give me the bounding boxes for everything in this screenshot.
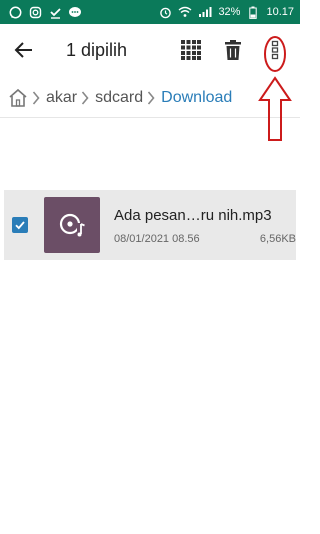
home-icon [9,88,27,107]
file-checkbox[interactable] [12,217,28,233]
page-title: 1 dipilih [66,39,128,60]
file-date: 08/01/2021 08.56 [114,233,200,245]
breadcrumb: akar sdcard Download [0,78,300,118]
check-download-icon [48,5,62,19]
alarm-icon [158,5,172,19]
delete-button[interactable] [216,33,250,67]
signal-icon [198,5,212,19]
app-bar-actions [174,24,292,76]
file-size: 6,56KB [259,233,296,245]
app-bar: 1 dipilih [0,24,300,76]
music-disc-icon [59,213,85,238]
trash-icon [225,40,241,60]
whatsapp-icon [8,5,22,19]
more-options-button[interactable] [258,33,292,67]
select-all-grid-icon [181,40,201,60]
chevron-right-icon [147,90,157,105]
chevron-right-icon [32,90,42,105]
clock: 10.17 [266,6,294,18]
breadcrumb-item-sdcard[interactable]: sdcard [95,89,143,107]
file-info: Ada pesan…ru nih.mp3 08/01/2021 08.56 6,… [114,197,296,253]
battery-icon [246,5,260,19]
chevron-right-icon [81,90,91,105]
breadcrumb-item-download[interactable]: Download [161,89,232,107]
wifi-icon [178,5,192,19]
more-vertical-icon [271,40,279,60]
select-all-button[interactable] [174,33,208,67]
breadcrumb-item-akar[interactable]: akar [46,89,77,107]
status-bar: 32% 10.17 [0,0,300,24]
check-icon [15,221,25,230]
home-button[interactable] [8,88,28,108]
file-thumbnail [44,197,100,253]
battery-percent: 32% [218,6,241,18]
file-name: Ada pesan…ru nih.mp3 [114,207,272,224]
instagram-icon [28,5,42,19]
arrow-left-icon [14,42,32,58]
screen: 32% 10.17 1 dipilih akar sdcard Download… [0,0,300,534]
file-list-item[interactable]: Ada pesan…ru nih.mp3 08/01/2021 08.56 6,… [4,190,296,260]
chat-bubble-icon [68,5,82,19]
back-button[interactable] [2,24,46,76]
